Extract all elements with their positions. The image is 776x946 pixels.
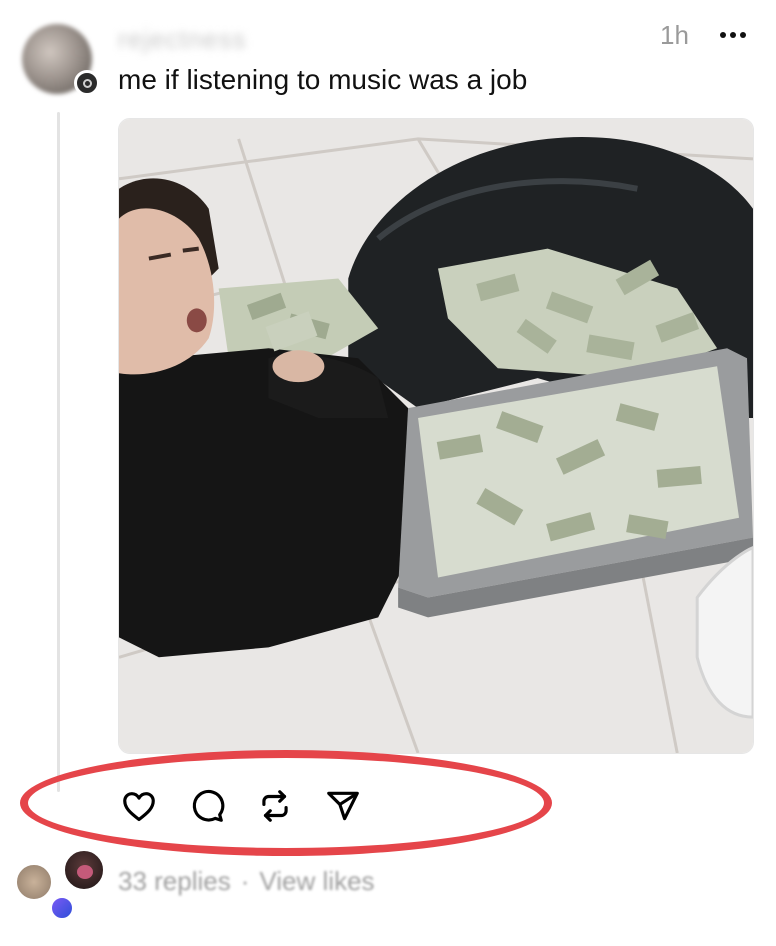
replier-avatar [62, 848, 106, 892]
replier-avatar [14, 862, 54, 902]
reply-info: 33 replies · View likes [118, 866, 375, 897]
follow-badge-icon[interactable] [74, 70, 100, 96]
post-timestamp: 1h [660, 20, 689, 50]
more-dot-icon [730, 32, 736, 38]
post-caption: me if listening to music was a job [118, 64, 528, 95]
separator: · [240, 866, 250, 896]
thread-line [57, 112, 60, 792]
reply-avatars [14, 848, 106, 928]
highlight-annotation [20, 750, 552, 856]
threads-post: rejectness 1h me if listening to music w… [0, 0, 776, 946]
replies-count-link[interactable]: 33 replies [118, 866, 231, 896]
replier-avatar [50, 896, 74, 920]
more-dot-icon [720, 32, 726, 38]
view-likes-link[interactable]: View likes [259, 866, 374, 896]
author-avatar[interactable] [22, 24, 100, 100]
media-image [119, 119, 753, 753]
username[interactable]: rejectness [118, 24, 247, 55]
more-options-button[interactable] [716, 18, 750, 52]
post-media[interactable] [118, 118, 754, 754]
more-dot-icon [740, 32, 746, 38]
